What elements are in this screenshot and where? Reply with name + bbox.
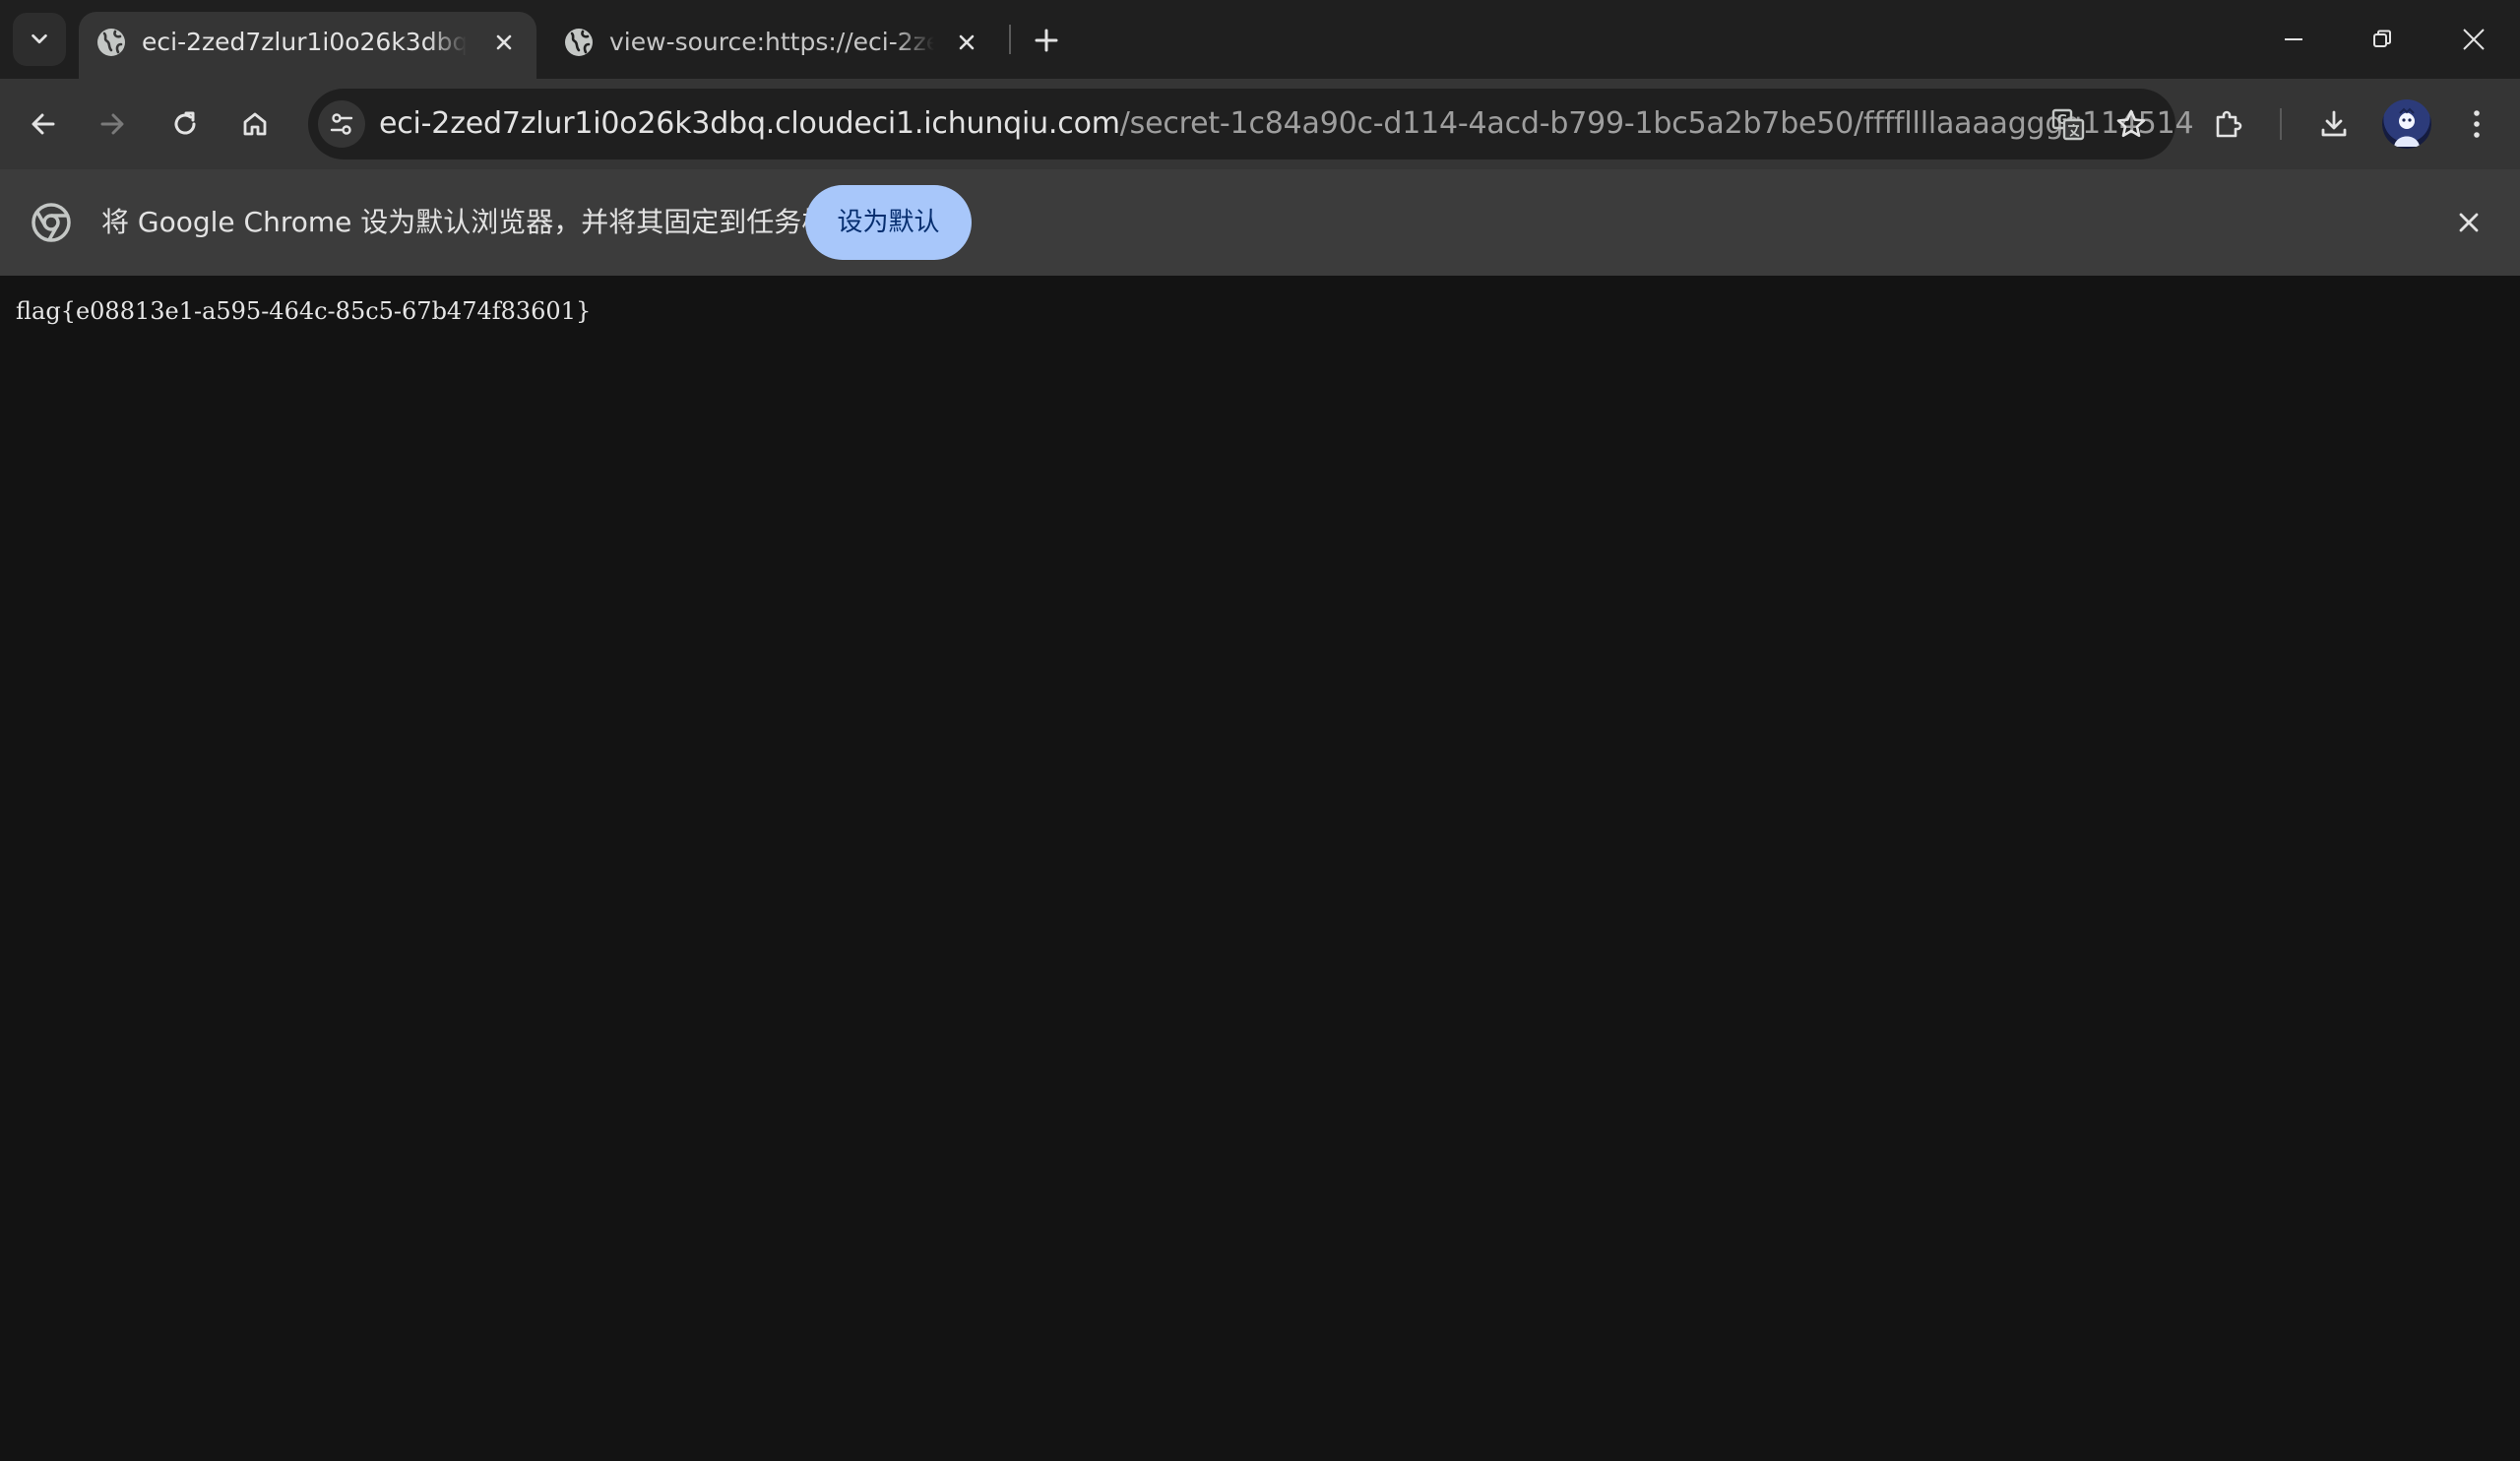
url-path: /secret-1c84a90c-d114-4acd-b799-1bc5a2b7… xyxy=(1119,106,2194,141)
chrome-logo-icon xyxy=(32,203,71,242)
star-icon xyxy=(2115,108,2147,140)
translate-icon: G xyxy=(2050,106,2086,142)
new-tab-button[interactable] xyxy=(1024,18,1069,63)
bookmark-button[interactable] xyxy=(2110,102,2153,146)
minimize-button[interactable] xyxy=(2249,0,2338,79)
tab-active[interactable]: eci-2zed7zlur1i0o26k3dbq.cloudeci1.ichun… xyxy=(79,12,536,79)
reload-icon xyxy=(170,109,200,139)
kebab-menu-icon xyxy=(2472,108,2482,140)
back-button[interactable] xyxy=(20,100,67,148)
translate-button[interactable]: G xyxy=(2047,102,2090,146)
url-text[interactable]: eci-2zed7zlur1i0o26k3dbq.cloudeci1.ichun… xyxy=(379,105,2194,143)
minimize-icon xyxy=(2283,29,2304,50)
restore-button[interactable] xyxy=(2338,0,2426,79)
restore-icon xyxy=(2371,29,2393,50)
page-content: flag{e08813e1-a595-464c-85c5-67b474f8360… xyxy=(0,276,2520,1461)
home-icon xyxy=(240,109,270,139)
tab-view-source[interactable]: view-source:https://eci-2ze3 xyxy=(546,12,999,79)
tab-separator xyxy=(1009,25,1011,54)
site-info-button[interactable] xyxy=(318,100,365,148)
globe-icon xyxy=(563,27,595,58)
close-icon xyxy=(2462,28,2486,51)
arrow-right-icon xyxy=(97,109,127,139)
plus-icon xyxy=(1034,28,1059,53)
arrow-left-icon xyxy=(29,109,58,139)
toolbar: eci-2zed7zlur1i0o26k3dbq.cloudeci1.ichun… xyxy=(0,79,2520,169)
globe-icon xyxy=(95,27,127,58)
infobar-message: 将 Google Chrome 设为默认浏览器，并将其固定到任务栏 xyxy=(101,206,830,238)
downloads-button[interactable] xyxy=(2310,100,2358,148)
address-bar[interactable]: eci-2zed7zlur1i0o26k3dbq.cloudeci1.ichun… xyxy=(308,89,2194,159)
puzzle-icon xyxy=(2213,108,2244,140)
set-default-button[interactable]: 设为默认 xyxy=(805,185,972,260)
home-button[interactable] xyxy=(231,100,279,148)
tab-strip: eci-2zed7zlur1i0o26k3dbq.cloudeci1.ichun… xyxy=(0,0,2520,79)
tune-icon xyxy=(328,110,355,138)
extensions-button[interactable] xyxy=(2205,100,2252,148)
url-host: eci-2zed7zlur1i0o26k3dbq.cloudeci1.ichun… xyxy=(379,106,1120,141)
page-text: flag{e08813e1-a595-464c-85c5-67b474f8360… xyxy=(16,297,592,325)
reload-button[interactable] xyxy=(161,100,209,148)
download-icon xyxy=(2318,108,2350,140)
toolbar-divider xyxy=(2280,108,2282,140)
close-tab-icon[interactable] xyxy=(952,28,981,57)
menu-button[interactable] xyxy=(2453,100,2500,148)
close-icon[interactable] xyxy=(2449,203,2488,242)
profile-avatar[interactable] xyxy=(2382,99,2431,149)
default-browser-infobar: 将 Google Chrome 设为默认浏览器，并将其固定到任务栏 设为默认 xyxy=(0,169,2520,276)
tab-title: eci-2zed7zlur1i0o26k3dbq.cloudeci1.ichun… xyxy=(142,28,467,56)
close-window-button[interactable] xyxy=(2429,0,2518,79)
close-tab-icon[interactable] xyxy=(489,28,519,57)
chevron-down-icon xyxy=(29,29,50,50)
tab-title: view-source:https://eci-2ze3 xyxy=(609,28,934,56)
forward-button[interactable] xyxy=(89,100,136,148)
tab-search-button[interactable] xyxy=(13,13,66,66)
